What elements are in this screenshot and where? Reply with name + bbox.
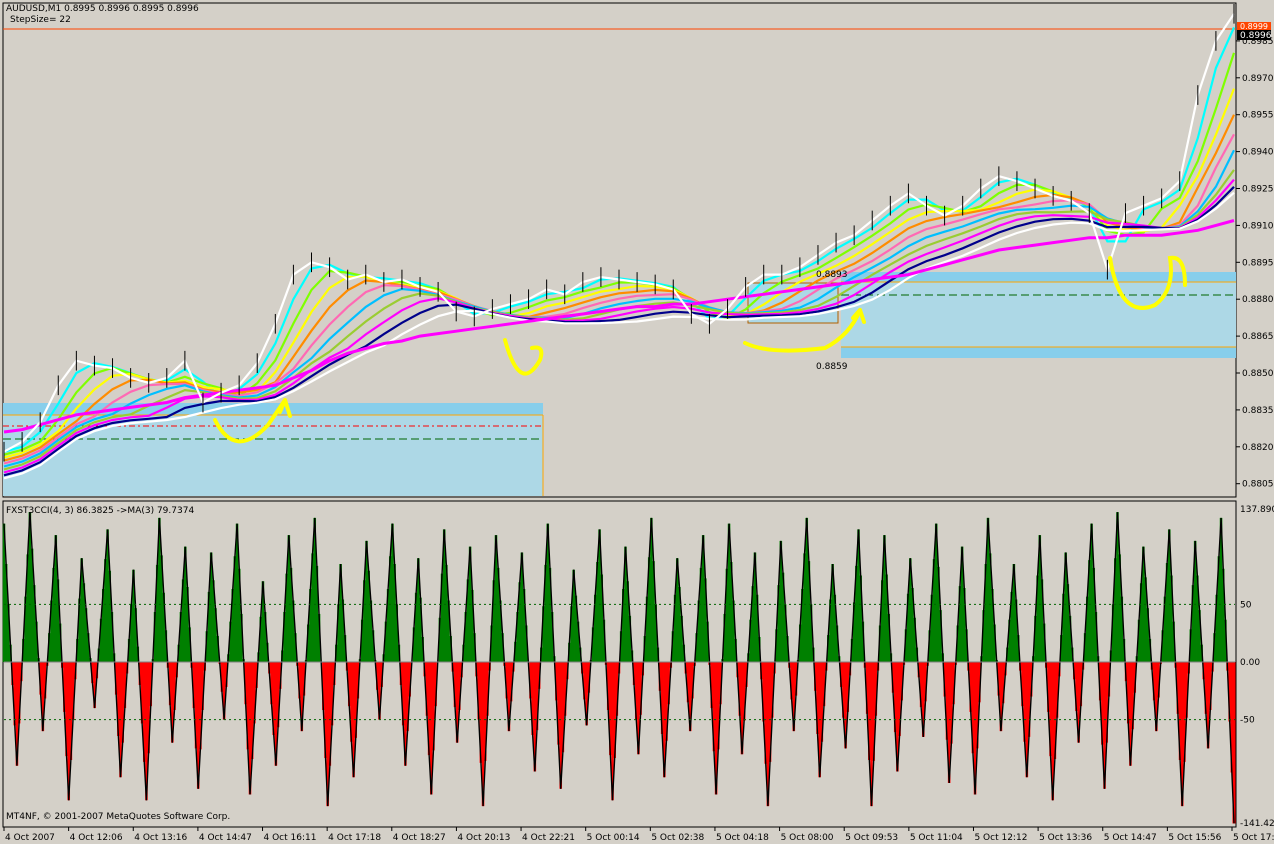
price-tick-label: 0.8835 — [1242, 406, 1274, 416]
time-tick-label: 4 Oct 12:06 — [70, 833, 123, 843]
price-tick-label: 0.8865 — [1242, 332, 1274, 342]
cci-tick-label: -50 — [1240, 716, 1255, 726]
chart-canvas[interactable]: 0.8893 0.8859 0.89850.89700.89550.89400.… — [0, 0, 1274, 844]
time-tick-label: 5 Oct 09:53 — [845, 833, 898, 843]
last-price-label: 0.8996 — [1240, 31, 1272, 41]
annotation-low-label: 0.8859 — [816, 362, 848, 372]
time-tick-label: 5 Oct 12:12 — [974, 833, 1027, 843]
time-tick-label: 4 Oct 16:11 — [264, 833, 317, 843]
mt4-chart-window: 0.8893 0.8859 0.8985 0.8970 0.8955 0.8940 0.… — [0, 0, 1274, 844]
price-axis: 0.89850.89700.89550.89400.89250.89100.88… — [1236, 37, 1274, 490]
annotation-high-label: 0.8893 — [816, 270, 848, 280]
price-tick-label: 0.8925 — [1242, 185, 1274, 195]
time-axis: 4 Oct 2007 4 Oct 12:06 4 Oct 13:16 4 Oct 14… — [3, 827, 1274, 843]
time-tick-label: 5 Oct 15:56 — [1168, 833, 1221, 843]
time-tick-label: 5 Oct 02:38 — [651, 833, 704, 843]
stepsize-label: StepSize= 22 — [10, 15, 71, 25]
time-tick-label: 4 Oct 18:27 — [393, 833, 446, 843]
time-tick-label: 5 Oct 14:47 — [1104, 833, 1157, 843]
price-tick-label: 0.8850 — [1242, 369, 1274, 379]
price-tick-label: 0.8910 — [1242, 221, 1274, 231]
zone-right — [841, 282, 1236, 347]
chart-title: AUDUSD,M1 0.8995 0.8996 0.8995 0.8996 — [6, 4, 199, 14]
time-tick-label: 4 Oct 13:16 — [134, 833, 187, 843]
time-tick-label: 4 Oct 14:47 — [199, 833, 252, 843]
price-tick-label: 0.8970 — [1242, 74, 1274, 84]
price-tick-label: 0.8940 — [1242, 148, 1274, 158]
time-tick-label: 4 Oct 20:13 — [457, 833, 510, 843]
price-tick-label: 0.8955 — [1242, 111, 1274, 121]
time-tick-label: 4 Oct 2007 — [5, 833, 55, 843]
time-tick-label: 5 Oct 13:36 — [1039, 833, 1092, 843]
cci-tick-label: 50 — [1240, 600, 1252, 610]
time-tick-label: 5 Oct 04:18 — [716, 833, 769, 843]
price-tick-label: 0.8880 — [1242, 295, 1274, 305]
time-tick-label: 4 Oct 17:18 — [328, 833, 381, 843]
copyright-label: MT4NF, © 2001-2007 MetaQuotes Software C… — [6, 812, 231, 822]
cci-tick-label: 137.890 — [1240, 505, 1274, 515]
time-tick-label: 4 Oct 22:21 — [522, 833, 575, 843]
time-tick-label: 5 Oct 08:00 — [781, 833, 834, 843]
price-tick-label: 0.8895 — [1242, 258, 1274, 268]
time-tick-label: 5 Oct 00:14 — [587, 833, 640, 843]
cci-tick-label: -141.421 — [1240, 819, 1274, 829]
time-tick-label: 5 Oct 17:03 — [1233, 833, 1274, 843]
price-tick-label: 0.8805 — [1242, 480, 1274, 490]
price-tick-label: 0.8820 — [1242, 443, 1274, 453]
high-marker-label: 0.8999 — [1240, 22, 1268, 31]
cci-axis: 137.890 50 0.00 -50 -141.421 — [1240, 505, 1274, 829]
cci-tick-label: 0.00 — [1240, 658, 1260, 668]
indicator-title: FXST3CCI(4, 3) 86.3825 ->MA(3) 79.7374 — [6, 506, 195, 516]
time-tick-label: 5 Oct 11:04 — [910, 833, 963, 843]
zone-right-bottom — [841, 347, 1236, 358]
